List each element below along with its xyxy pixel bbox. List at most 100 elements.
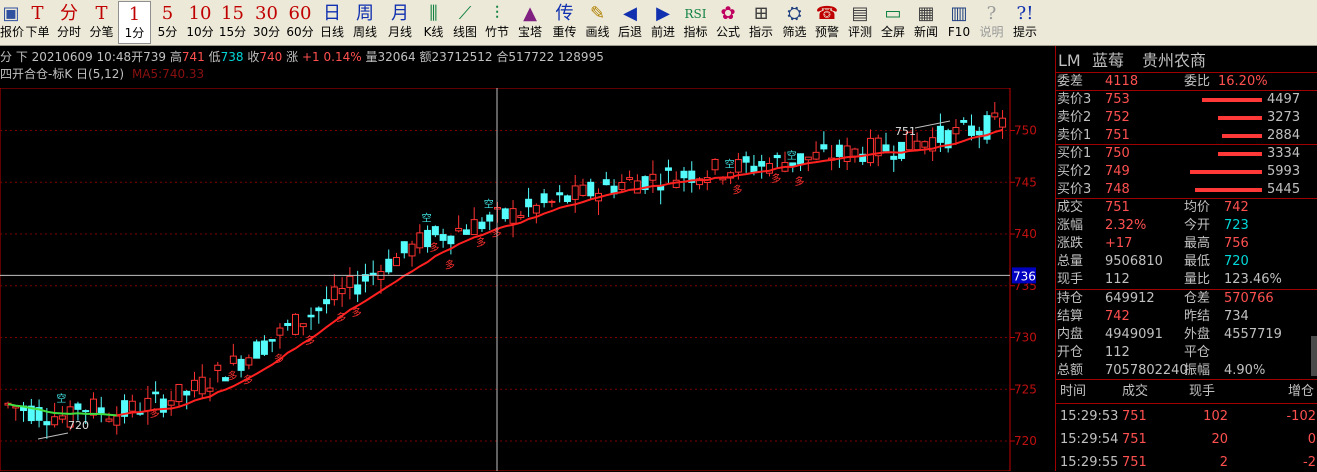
trades-header-cell: 成交 — [1122, 384, 1149, 399]
indicator-button[interactable]: RSI 指标 — [679, 1, 712, 44]
bid-volume: 3334 — [1267, 146, 1301, 161]
price-button[interactable]: ▣ 报价 — [0, 1, 24, 44]
order-label: 下单 — [25, 25, 50, 39]
panel-scroll-handle[interactable] — [1311, 336, 1317, 376]
period-15min-button[interactable]: 15 15分 — [216, 1, 249, 44]
stat-row: 成交 751 均价 742 — [1056, 199, 1317, 217]
ask-volume: 4497 — [1267, 92, 1301, 107]
period-10min-button[interactable]: 10 10分 — [184, 1, 216, 44]
candle-body — [866, 137, 874, 164]
formula-button[interactable]: ✿ 公式 — [712, 1, 744, 44]
stat-label: 平仓 — [1184, 345, 1211, 360]
guide-button[interactable]: ⊞ 指示 — [744, 1, 778, 44]
period-week-label: 周线 — [352, 25, 377, 39]
forward-icon: ▶ — [656, 3, 670, 24]
high-value: 741 — [181, 50, 205, 64]
stat-row: 涨幅 2.32% 今开 723 — [1056, 217, 1317, 235]
stat-value: 649912 — [1105, 291, 1155, 306]
tick-label: 分笔 — [89, 25, 114, 39]
candle-body — [532, 204, 540, 214]
overlay-button[interactable]: 传重传 — [547, 1, 582, 44]
period-60min-label: 60分 — [286, 25, 314, 39]
bid-volume-bar — [1195, 188, 1262, 192]
info-prefix: 分 下 — [0, 50, 28, 64]
candle-body — [128, 400, 136, 412]
news-icon: ▦ — [917, 3, 935, 24]
help-icon: ?! — [1016, 3, 1034, 24]
bid-row: 买价1 750 3334 — [1056, 145, 1317, 163]
candle-body — [113, 415, 121, 426]
forward-button[interactable]: ▶ 前进 — [647, 1, 679, 44]
period-30min-button[interactable]: 30 30分 — [249, 1, 284, 44]
candle-body — [587, 181, 595, 197]
line-chart-button[interactable]: ⟋ 线图 — [449, 1, 481, 44]
buy-signal: 多 — [795, 175, 805, 188]
period-month-button[interactable]: 月月线 — [382, 1, 418, 44]
symbol-name: 蓝莓 — [1092, 51, 1125, 70]
order-button[interactable]: T 下单 — [22, 1, 53, 44]
period-15min-label: 15分 — [218, 25, 247, 39]
candle-body — [882, 144, 890, 152]
line-chart-icon: ⟋ — [458, 3, 472, 24]
alert-icon: ☎ — [815, 3, 839, 24]
period-1min-button[interactable]: 1 1分 — [118, 1, 151, 44]
sell-signal: 空 — [422, 211, 432, 224]
stat-label: 今开 — [1184, 218, 1211, 233]
bid-label: 买价1 — [1057, 146, 1092, 161]
candle-body — [602, 179, 610, 186]
timeshare-button[interactable]: 分分时 — [53, 1, 85, 44]
candle-body — [175, 383, 183, 403]
candle-body — [975, 130, 983, 136]
stat-label: 成交 — [1057, 200, 1084, 215]
candle-body — [447, 235, 455, 245]
stat-label: 均价 — [1184, 200, 1211, 215]
back-button[interactable]: ◀ 后退 — [613, 1, 647, 44]
candle-body — [299, 323, 307, 328]
candle-body — [198, 376, 206, 395]
explain-button[interactable]: ? 说明 — [975, 1, 1008, 44]
bamboo-button[interactable]: ⫶ 竹节 — [481, 1, 513, 44]
tick-button[interactable]: T 分笔 — [85, 1, 118, 44]
oi-value: 517722 128995 — [508, 50, 604, 64]
trade-row: 15:29:55 751 2 -2 — [1056, 454, 1317, 472]
news-button[interactable]: ▦ 新闻 — [909, 1, 943, 44]
buy-signal: 多 — [274, 353, 284, 366]
bid-label: 买价2 — [1057, 164, 1092, 179]
candle-body — [812, 151, 820, 160]
candle-body — [167, 400, 175, 406]
stat-label: 总量 — [1057, 254, 1084, 269]
period-5min-button[interactable]: 5 5分 — [151, 1, 184, 44]
bid-volume: 5445 — [1267, 182, 1301, 197]
indicator-name[interactable]: 四开合仓-标K 日(5,12) — [0, 67, 124, 81]
amount-value: 23712512 — [431, 50, 493, 64]
price-icon: ▣ — [2, 3, 20, 24]
f10-button[interactable]: ▥ F10 — [943, 1, 975, 44]
candle-body — [74, 403, 82, 410]
buy-signal: 多 — [305, 334, 315, 347]
draw-line-label: 画线 — [585, 25, 610, 39]
tower-button[interactable]: ▲ 宝塔 — [513, 1, 547, 44]
help-button[interactable]: ?! 提示 — [1008, 1, 1042, 44]
buy-signal: 多 — [445, 258, 455, 271]
fullscreen-button[interactable]: ▭ 全屏 — [877, 1, 909, 44]
kline-button[interactable]: ⫼ K线 — [418, 1, 449, 44]
candle-body — [97, 407, 105, 414]
oi-label: 合 — [496, 50, 509, 64]
draw-line-button[interactable]: ✎ 画线 — [582, 1, 613, 44]
candle-body — [773, 154, 781, 159]
buy-signal: 多 — [150, 407, 160, 420]
kline-chart[interactable]: 720725730735740745750多多多多多多多多多多多多多多空空空空空… — [0, 88, 1054, 471]
filter-button[interactable]: ⛭ 筛选 — [778, 1, 811, 44]
period-week-icon: 周 — [356, 3, 374, 24]
period-week-button[interactable]: 周周线 — [348, 1, 382, 44]
candle-body — [525, 198, 533, 208]
low-value: 738 — [220, 50, 244, 64]
y-tick-label: 745 — [1014, 175, 1037, 189]
back-label: 后退 — [617, 25, 642, 39]
evaluate-button[interactable]: ▤ 评测 — [843, 1, 877, 44]
period-day-button[interactable]: 日日线 — [316, 1, 348, 44]
period-60min-button[interactable]: 60 60分 — [284, 1, 316, 44]
bamboo-icon: ⫶ — [494, 3, 500, 24]
alert-button[interactable]: ☎ 预警 — [811, 1, 843, 44]
period-1min-label: 1分 — [124, 26, 145, 40]
